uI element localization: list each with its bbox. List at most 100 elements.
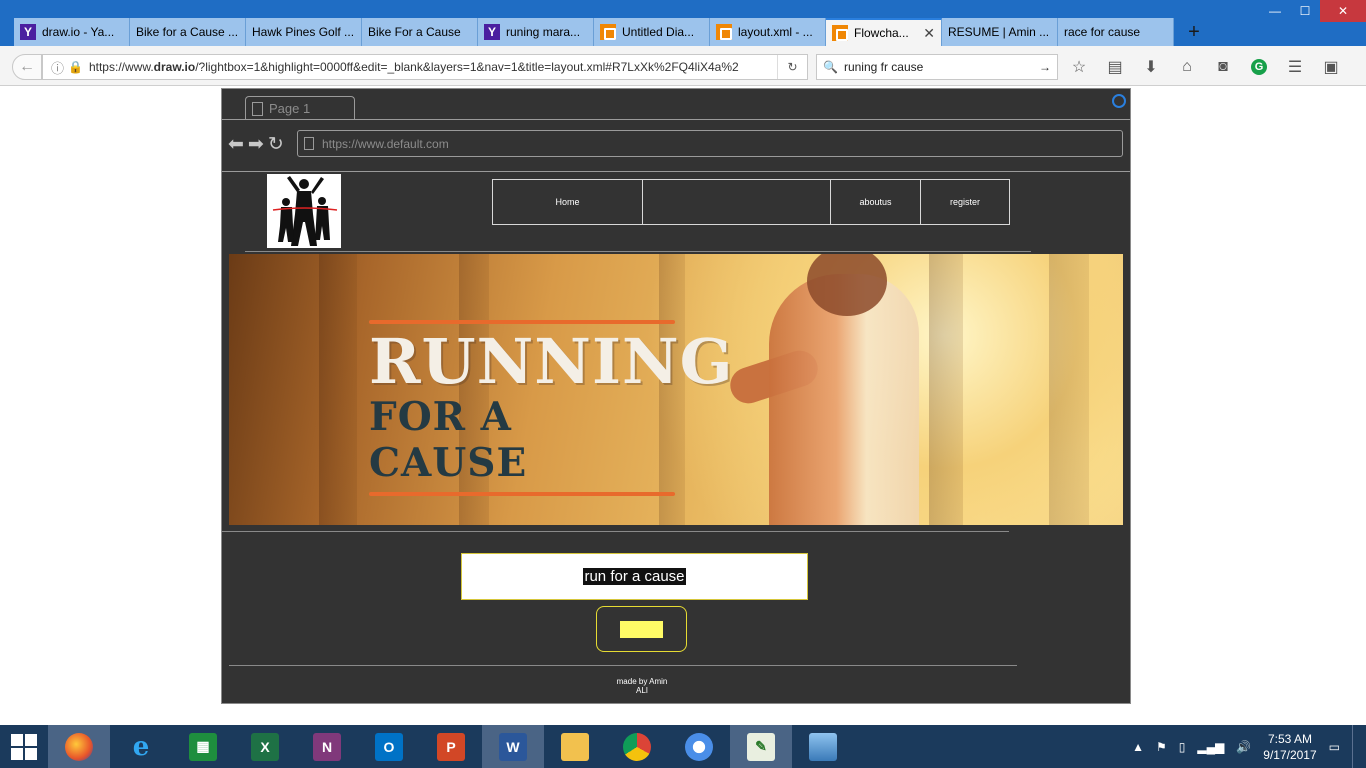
tab-label: layout.xml - ... xyxy=(738,25,813,39)
divider xyxy=(222,119,1130,120)
tab-label: draw.io - Ya... xyxy=(42,25,115,39)
browser-tab-5[interactable]: Untitled Dia... xyxy=(594,18,710,46)
notifications-icon[interactable]: ▭ xyxy=(1329,740,1340,754)
browser-tab-0[interactable]: Ydraw.io - Ya... xyxy=(14,18,130,46)
browser-tab-7-active[interactable]: Flowcha... ✕ xyxy=(826,18,942,46)
divider xyxy=(229,665,1017,666)
taskbar-chrome-alt[interactable] xyxy=(668,725,730,768)
volume-icon[interactable]: 🔊 xyxy=(1236,740,1251,754)
taskbar-file-explorer[interactable] xyxy=(544,725,606,768)
taskbar-store[interactable]: ▦ xyxy=(172,725,234,768)
taskbar-powerpoint[interactable]: P xyxy=(420,725,482,768)
browser-tab-1[interactable]: Bike for a Cause ... xyxy=(130,18,246,46)
taskbar-photos[interactable] xyxy=(792,725,854,768)
onenote-icon: N xyxy=(313,732,341,761)
browser-tab-6[interactable]: layout.xml - ... xyxy=(710,18,826,46)
drawio-icon xyxy=(716,24,732,40)
browser-tab-2[interactable]: Hawk Pines Golf ... xyxy=(246,18,362,46)
mock-url-bar: https://www.default.com xyxy=(297,130,1123,157)
close-tab-icon[interactable]: ✕ xyxy=(923,25,935,42)
mock-forward-icon: ➡ xyxy=(247,134,264,155)
menu-empty-cell[interactable] xyxy=(643,180,831,224)
info-icon[interactable]: ⓘ xyxy=(51,58,64,77)
search-icon: 🔍 xyxy=(823,60,838,74)
browser-tab-8[interactable]: RESUME | Amin ... xyxy=(942,18,1058,46)
donate-label: donate xyxy=(619,620,664,638)
search-go-icon[interactable]: → xyxy=(1039,60,1051,74)
accent-stripe xyxy=(369,320,675,324)
chart-notepad-icon: ✎ xyxy=(747,732,775,761)
runners-logo xyxy=(267,174,341,248)
divider xyxy=(222,531,1009,532)
window-controls: — ☐ ✕ xyxy=(1260,0,1366,22)
home-icon[interactable]: ⌂ xyxy=(1176,58,1198,76)
tab-label: Flowcha... xyxy=(854,26,909,40)
taskbar-word[interactable]: W xyxy=(482,725,544,768)
browser-tab-9[interactable]: race for cause xyxy=(1058,18,1174,46)
lock-icon: 🔒 xyxy=(68,60,83,74)
url-text[interactable]: https://www.draw.io/?lightbox=1&highligh… xyxy=(89,60,777,74)
tray-overflow-icon[interactable]: ▲ xyxy=(1132,740,1144,754)
divider xyxy=(222,171,1130,172)
tab-label: Bike for a Cause ... xyxy=(136,25,239,39)
reload-icon[interactable]: ↻ xyxy=(777,55,807,79)
firefox-icon xyxy=(65,732,93,761)
menu-home[interactable]: Home xyxy=(493,180,643,224)
photos-icon xyxy=(809,732,837,761)
taskbar-outlook[interactable]: O xyxy=(358,725,420,768)
word-icon: W xyxy=(499,732,527,761)
cause-text-box[interactable]: run for a cause xyxy=(461,553,808,600)
footer-credit: made by Amin ALI xyxy=(592,677,692,695)
taskbar-excel[interactable]: X xyxy=(234,725,296,768)
browser-tab-4[interactable]: Yruning mara... xyxy=(478,18,594,46)
maximize-button[interactable]: ☐ xyxy=(1290,0,1320,22)
outlook-icon: O xyxy=(375,732,403,761)
url-bar[interactable]: ⓘ 🔒 https://www.draw.io/?lightbox=1&high… xyxy=(42,54,808,80)
mock-page-tab[interactable]: Page 1 xyxy=(245,96,355,120)
back-button[interactable]: ← xyxy=(12,54,42,80)
yahoo-icon: Y xyxy=(20,24,36,40)
window-close-button[interactable]: ✕ xyxy=(1320,0,1366,22)
chrome-alt-icon xyxy=(685,732,713,761)
download-icon[interactable]: ⬇ xyxy=(1140,58,1162,76)
battery-icon[interactable]: ▯ xyxy=(1179,740,1186,754)
network-icon[interactable]: ▂▄▆ xyxy=(1197,740,1224,754)
taskbar-chrome[interactable] xyxy=(606,725,668,768)
mock-reload-icon: ↻ xyxy=(267,134,284,155)
menu-aboutus[interactable]: aboutus xyxy=(831,180,921,224)
tab-label: RESUME | Amin ... xyxy=(948,25,1050,39)
yahoo-icon: Y xyxy=(484,24,500,40)
windows-taskbar: e ▦ X N O P W ✎ ▲ ⚑ ▯ ▂▄▆ 🔊 7:53 AM 9/17… xyxy=(0,725,1366,768)
grammarly-icon[interactable]: G xyxy=(1248,58,1270,76)
taskbar-internet-explorer[interactable]: e xyxy=(110,725,172,768)
start-button[interactable] xyxy=(0,725,48,768)
bookmark-star-icon[interactable]: ☆ xyxy=(1068,58,1090,76)
url-rest: /?lightbox=1&highlight=0000ff&edit=_blan… xyxy=(195,60,739,74)
extension-icon[interactable]: ▣ xyxy=(1320,58,1342,76)
search-bar[interactable]: 🔍 runing fr cause → xyxy=(816,54,1058,80)
toolbar-icons: ☆ ▤ ⬇ ⌂ ◙ G ☰ ▣ xyxy=(1068,58,1342,76)
menu-icon[interactable]: ☰ xyxy=(1284,58,1306,76)
taskbar-firefox[interactable] xyxy=(48,725,110,768)
chrome-icon xyxy=(623,732,651,761)
new-tab-button[interactable]: + xyxy=(1174,18,1214,46)
show-desktop-button[interactable] xyxy=(1352,725,1356,768)
menu-register[interactable]: register xyxy=(921,180,1009,224)
taskbar-onenote[interactable]: N xyxy=(296,725,358,768)
url-prefix: https://www. xyxy=(88,60,154,74)
taskbar-chart-notepad[interactable]: ✎ xyxy=(730,725,792,768)
pocket-icon[interactable]: ◙ xyxy=(1212,58,1234,76)
footer-line2: ALI xyxy=(635,686,648,695)
reading-list-icon[interactable]: ▤ xyxy=(1104,58,1126,76)
tree-trunk xyxy=(319,254,357,525)
windows-logo-icon xyxy=(11,733,37,760)
tab-label: race for cause xyxy=(1064,25,1141,39)
hero-banner: RUNNING FOR A CAUSE xyxy=(229,254,1123,525)
action-flag-icon[interactable]: ⚑ xyxy=(1156,740,1167,754)
mock-back-icon: ⬅ xyxy=(228,134,244,155)
browser-tab-3[interactable]: Bike For a Cause xyxy=(362,18,478,46)
minimize-button[interactable]: — xyxy=(1260,0,1290,22)
donate-button[interactable]: donate xyxy=(596,606,687,652)
circle-icon[interactable] xyxy=(1112,94,1126,108)
clock[interactable]: 7:53 AM 9/17/2017 xyxy=(1263,731,1316,763)
